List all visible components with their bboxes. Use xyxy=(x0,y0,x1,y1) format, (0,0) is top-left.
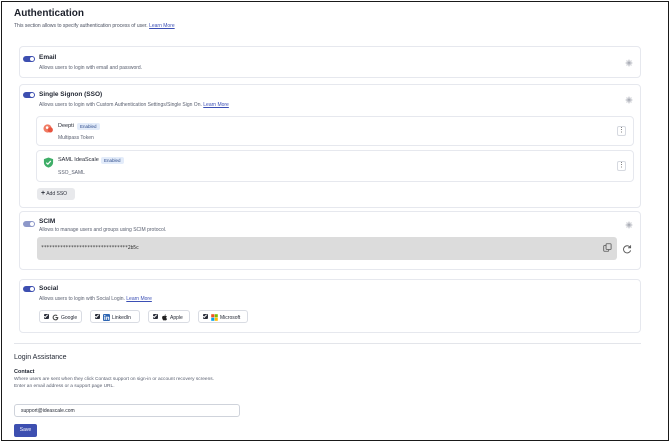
sso-section: Single Signon (SSO) Allows users to logi… xyxy=(19,84,641,208)
checkbox-checked[interactable] xyxy=(95,314,100,319)
gear-icon[interactable] xyxy=(625,59,633,67)
social-option-label: Apple xyxy=(170,314,183,321)
checkbox-checked[interactable] xyxy=(203,314,208,319)
sso-title: Single Signon (SSO) xyxy=(39,91,103,98)
page-learn-more-link[interactable]: Learn More xyxy=(149,23,175,29)
email-description: Allows users to login with email and pas… xyxy=(39,65,143,71)
social-option-label: Google xyxy=(61,314,78,321)
more-options-button[interactable]: ⋮ xyxy=(617,161,626,171)
social-option-google[interactable]: Google xyxy=(39,310,82,323)
page-intro: This section allows to specify authentic… xyxy=(14,23,175,29)
more-options-button[interactable]: ⋮ xyxy=(617,126,626,136)
sso-provider-name: SAML IdeaScale xyxy=(58,157,99,163)
contact-description-line-2: Enter an email address or a support page… xyxy=(14,383,115,389)
sso-provider-type: Multipass Token xyxy=(58,135,94,141)
checkbox-checked[interactable] xyxy=(153,314,158,319)
scim-toggle[interactable] xyxy=(23,221,35,227)
login-assistance-title: Login Assistance xyxy=(14,354,67,361)
page-title: Authentication xyxy=(14,8,84,19)
apple-icon xyxy=(162,313,168,320)
email-title: Email xyxy=(39,54,57,61)
social-option-label: Microsoft xyxy=(220,314,241,321)
social-option-microsoft[interactable]: Microsoft xyxy=(198,310,248,323)
social-title: Social xyxy=(39,285,59,292)
gear-icon[interactable] xyxy=(625,221,633,229)
contact-title: Contact xyxy=(14,369,35,375)
scim-token-field: ********************************2b5c xyxy=(37,237,617,260)
section-divider xyxy=(14,343,641,344)
social-section: Social Allows users to login with Social… xyxy=(19,279,641,333)
sso-provider-deepti: Deepti Enabled Multipass Token ⋮ xyxy=(36,116,634,146)
social-option-linkedin[interactable]: LinkedIn xyxy=(90,310,140,323)
sso-provider-name: Deepti xyxy=(58,123,74,129)
social-description-text: Allows users to login with Social Login. xyxy=(39,296,125,302)
sso-description-text: Allows users to login with Custom Authen… xyxy=(39,102,202,108)
checkbox-checked[interactable] xyxy=(44,314,49,319)
scim-title: SCIM xyxy=(39,218,56,225)
social-option-apple[interactable]: Apple xyxy=(148,310,190,323)
social-option-label: LinkedIn xyxy=(112,314,131,321)
plus-icon: + xyxy=(41,190,46,197)
social-description: Allows users to login with Social Login.… xyxy=(39,296,152,302)
social-learn-more-link[interactable]: Learn More xyxy=(126,296,152,302)
email-section: Email Allows users to login with email a… xyxy=(19,46,641,78)
save-button[interactable]: Save xyxy=(14,424,37,437)
refresh-icon[interactable] xyxy=(622,244,632,254)
scim-section: SCIM Allows to manage users and groups u… xyxy=(19,211,641,270)
copy-icon[interactable] xyxy=(603,243,612,252)
contact-email-input[interactable] xyxy=(14,404,240,417)
microsoft-icon xyxy=(211,313,218,321)
contact-description: Where users are sent when they click Con… xyxy=(14,377,214,390)
authentication-page: Authentication This section allows to sp… xyxy=(1,1,669,441)
add-sso-label: Add SSO xyxy=(46,191,68,197)
scim-token-value: ********************************2b5c xyxy=(41,245,139,251)
linkedin-icon xyxy=(103,313,110,321)
status-badge: Enabled xyxy=(101,157,124,164)
contact-description-line-1: Where users are sent when they click Con… xyxy=(14,377,214,382)
deepti-logo-icon xyxy=(43,124,53,133)
scim-description: Allows to manage users and groups using … xyxy=(39,227,167,233)
shield-check-icon xyxy=(43,157,54,168)
sso-description: Allows users to login with Custom Authen… xyxy=(39,102,229,108)
sso-provider-type: SSO_SAML xyxy=(58,170,85,176)
email-toggle[interactable] xyxy=(23,56,35,62)
sso-toggle[interactable] xyxy=(23,92,35,98)
add-sso-button[interactable]: + Add SSO xyxy=(37,188,75,200)
social-toggle[interactable] xyxy=(23,286,35,292)
sso-provider-saml: SAML IdeaScale Enabled SSO_SAML ⋮ xyxy=(36,150,634,182)
status-badge: Enabled xyxy=(77,123,100,130)
page-intro-text: This section allows to specify authentic… xyxy=(14,23,148,29)
gear-icon[interactable] xyxy=(625,96,633,104)
sso-learn-more-link[interactable]: Learn More xyxy=(203,102,229,108)
google-icon xyxy=(52,314,59,320)
